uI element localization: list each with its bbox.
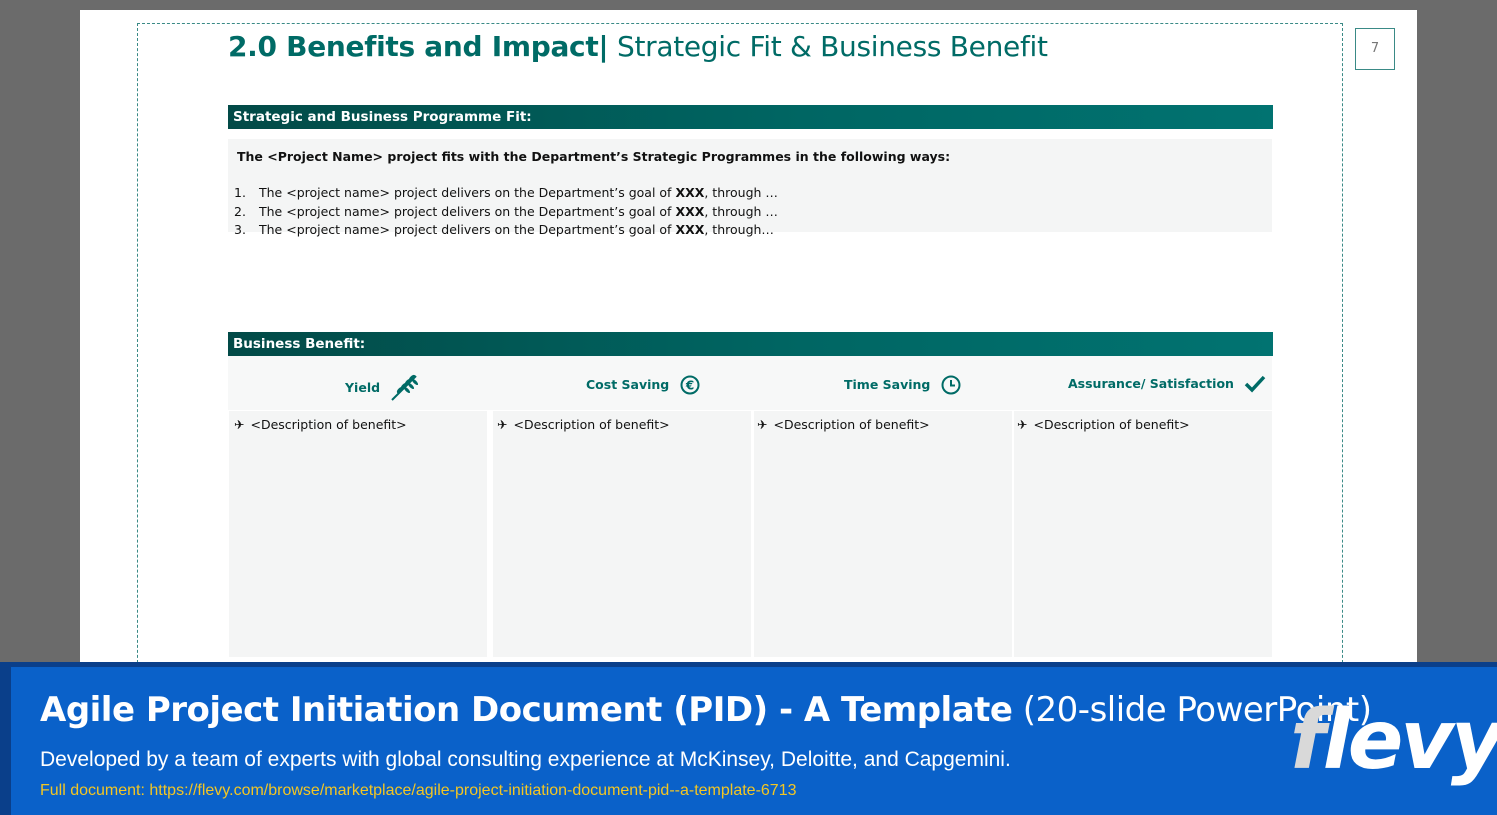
airplane-icon: ✈ [757, 417, 768, 432]
benefit-yield-description: ✈ <Description of benefit> [234, 417, 407, 432]
benefit-time-heading: Time Saving [844, 373, 962, 395]
slide-page: 7 2.0 Benefits and Impact| Strategic Fit… [80, 10, 1417, 683]
flevy-logo: flevy [1290, 693, 1497, 788]
list-item: 1. The <project name> project delivers on… [234, 185, 778, 200]
document-subtitle: Developed by a team of experts with glob… [40, 748, 1011, 771]
airplane-icon: ✈ [234, 417, 245, 432]
airplane-icon: ✈ [1017, 417, 1028, 432]
title-separator: | [598, 30, 609, 63]
document-title: Agile Project Initiation Document (PID) … [40, 690, 1372, 730]
clock-icon [941, 375, 961, 395]
title-bold: 2.0 Benefits and Impact [228, 30, 599, 63]
footer-edge [0, 662, 11, 815]
fit-list: 1. The <project name> project delivers on… [234, 185, 778, 241]
benefit-cost-description: ✈ <Description of benefit> [497, 417, 670, 432]
benefit-yield-heading: Yield [345, 373, 420, 401]
svg-text:€: € [685, 379, 694, 393]
page-number: 7 [1355, 28, 1395, 70]
page-title: 2.0 Benefits and Impact| Strategic Fit &… [228, 30, 1048, 63]
benefit-yield-cell [229, 411, 487, 657]
benefit-time-cell [754, 411, 1012, 657]
benefit-section-header: Business Benefit: [228, 332, 1273, 356]
airplane-icon: ✈ [497, 417, 508, 432]
fit-intro: The <Project Name> project fits with the… [237, 149, 951, 164]
list-item: 3. The <project name> project delivers on… [234, 222, 774, 237]
wheat-icon [391, 374, 419, 401]
list-item: 2. The <project name> project delivers on… [234, 203, 778, 219]
benefit-cost-heading: Cost Saving € [586, 373, 701, 395]
benefit-cost-cell [493, 411, 751, 657]
benefit-assurance-heading: Assurance/ Satisfaction [1068, 373, 1266, 393]
fit-section-header: Strategic and Business Programme Fit: [228, 105, 1273, 129]
document-link[interactable]: Full document: https://flevy.com/browse/… [40, 782, 796, 800]
benefit-time-description: ✈ <Description of benefit> [757, 417, 930, 432]
benefit-assurance-cell [1014, 411, 1272, 657]
benefit-assurance-description: ✈ <Description of benefit> [1017, 417, 1190, 432]
euro-icon: € [680, 375, 700, 395]
checkmark-icon [1244, 375, 1266, 393]
title-rest: Strategic Fit & Business Benefit [616, 30, 1048, 63]
